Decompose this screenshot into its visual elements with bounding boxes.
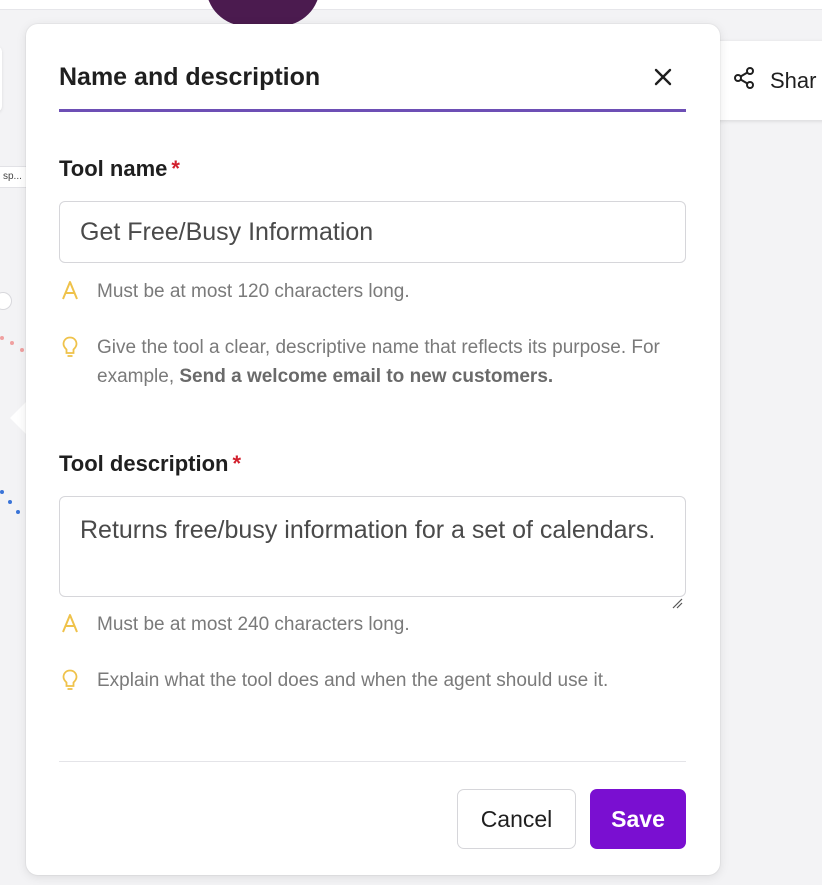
name-description-modal: Name and description Tool name * Get Free…	[26, 24, 720, 875]
modal-header: Name and description	[59, 24, 686, 112]
share-label: Shar	[770, 67, 817, 93]
lightbulb-icon	[59, 666, 81, 695]
tool-name-tip: Give the tool a clear, descriptive name …	[59, 333, 686, 391]
lightbulb-icon	[59, 333, 81, 391]
tip-example: Send a welcome email to new customers.	[179, 366, 554, 387]
tool-description-tip: Explain what the tool does and when the …	[59, 666, 686, 695]
top-bar	[0, 0, 822, 10]
font-size-icon	[59, 610, 81, 639]
required-mark: *	[232, 451, 242, 476]
share-icon	[732, 66, 756, 96]
tool-name-limit-hint: Must be at most 120 characters long.	[59, 277, 686, 306]
font-size-icon	[59, 277, 81, 306]
tool-description-textarea[interactable]: Returns free/busy information for a set …	[59, 496, 686, 609]
modal-pointer	[10, 402, 26, 434]
tool-description-label: Tool description *	[59, 451, 242, 476]
share-button[interactable]: Shar	[712, 41, 822, 120]
resize-handle-icon[interactable]	[671, 582, 683, 609]
modal-title: Name and description	[59, 63, 321, 91]
footer-divider	[59, 761, 686, 762]
cancel-button[interactable]: Cancel	[457, 789, 576, 849]
tool-description-limit-hint: Must be at most 240 characters long.	[59, 610, 686, 639]
canvas-node-chip[interactable]: sp...	[0, 166, 29, 188]
tool-name-input[interactable]: Get Free/Busy Information	[59, 201, 686, 263]
canvas-node	[0, 46, 2, 112]
save-button[interactable]: Save	[590, 789, 686, 849]
close-icon[interactable]	[650, 64, 676, 90]
tool-name-label: Tool name *	[59, 156, 180, 181]
required-mark: *	[171, 156, 180, 181]
